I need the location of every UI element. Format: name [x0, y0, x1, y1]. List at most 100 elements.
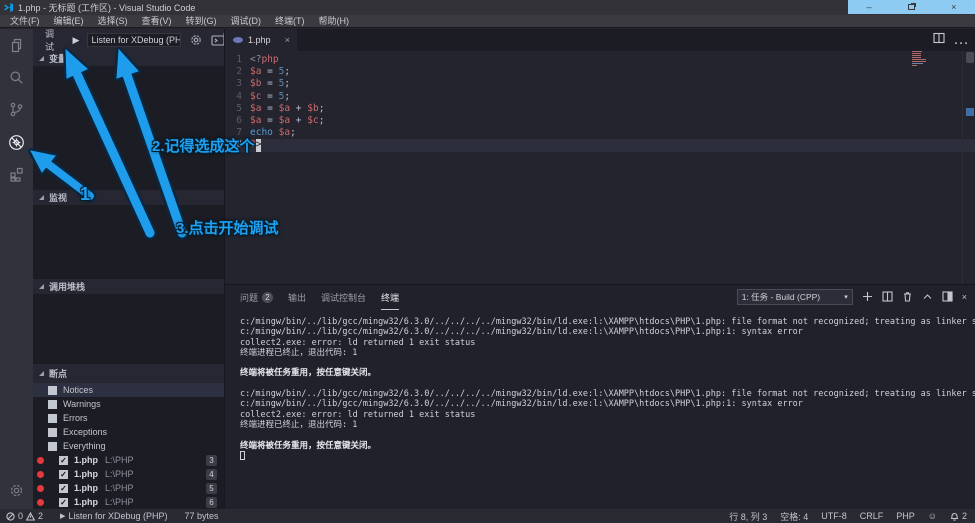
panel-tabs: 问题 2 输出 调试控制台 终端 1: 任务 - Build (CPP)▾	[225, 285, 975, 310]
checkbox-unchecked[interactable]	[48, 386, 57, 395]
language-mode-status[interactable]: PHP	[896, 511, 915, 521]
cursor-marker	[966, 108, 974, 116]
checkbox-unchecked[interactable]	[48, 414, 57, 423]
source-control-icon[interactable]	[0, 93, 33, 125]
breakpoint-line-badge: 4	[206, 469, 217, 480]
breakpoint-row[interactable]: ✓1.phpL:\PHP6	[33, 495, 225, 509]
panel-layout-icon[interactable]	[942, 291, 953, 304]
menu-item-2[interactable]: 选择(S)	[91, 15, 135, 28]
code-line-7[interactable]: 7echo $a;	[225, 127, 975, 139]
menu-item-1[interactable]: 编辑(E)	[47, 15, 91, 28]
checkbox-unchecked[interactable]	[48, 400, 57, 409]
cursor-position-status[interactable]: 行 8, 列 3	[729, 510, 767, 523]
token-op: +	[290, 115, 307, 127]
breakpoint-filter-notices[interactable]: Notices	[33, 383, 225, 397]
section-watch[interactable]: 监视	[33, 190, 225, 205]
terminal-select-dropdown[interactable]: 1: 任务 - Build (CPP)▾	[737, 289, 853, 305]
eol-status[interactable]: CRLF	[860, 511, 884, 521]
scrollbar-thumb[interactable]	[966, 52, 974, 63]
errors-warnings-indicator[interactable]: 0 2	[6, 511, 43, 521]
code-line-3[interactable]: 3$b = 5;	[225, 78, 975, 90]
breakpoint-row[interactable]: ✓1.phpL:\PHP3	[33, 453, 225, 467]
checkbox-checked[interactable]: ✓	[59, 456, 68, 465]
restore-button[interactable]	[900, 0, 922, 14]
menu-item-6[interactable]: 终端(T)	[268, 15, 312, 28]
code-line-6[interactable]: 6$a = $a + $c;	[225, 115, 975, 127]
extensions-icon[interactable]	[0, 158, 33, 190]
token-cursor: >	[256, 139, 262, 151]
debug-icon[interactable]	[0, 126, 33, 158]
menu-item-0[interactable]: 文件(F)	[0, 15, 47, 28]
tab-debug-console[interactable]: 调试控制台	[321, 286, 366, 310]
kill-terminal-icon[interactable]	[902, 291, 913, 304]
breakpoint-filter-warnings[interactable]: Warnings	[33, 397, 225, 411]
line-number: 3	[225, 78, 250, 90]
more-actions-icon[interactable]: …	[953, 31, 969, 49]
checkbox-checked[interactable]: ✓	[59, 470, 68, 479]
tab-1php[interactable]: 1.php ×	[225, 29, 297, 51]
section-variables[interactable]: 变量	[33, 51, 225, 66]
configure-gear-icon[interactable]	[190, 34, 202, 46]
filter-label: Warnings	[63, 399, 101, 409]
tab-terminal[interactable]: 终端	[381, 286, 399, 310]
menu-item-4[interactable]: 转到(G)	[179, 15, 224, 28]
feedback-smiley-icon[interactable]: ☺	[928, 511, 937, 521]
token-kw: echo	[250, 127, 273, 139]
token-op: ;	[284, 91, 290, 103]
warning-icon	[26, 512, 35, 521]
breakpoint-filter-errors[interactable]: Errors	[33, 411, 225, 425]
code-line-4[interactable]: 4$c = 5;	[225, 91, 975, 103]
new-terminal-icon[interactable]	[862, 291, 873, 304]
checkbox-checked[interactable]: ✓	[59, 484, 68, 493]
breakpoint-row[interactable]: ✓1.phpL:\PHP5	[33, 481, 225, 495]
search-icon[interactable]	[0, 61, 33, 93]
title-bar: 1.php - 无标题 (工作区) - Visual Studio Code –…	[0, 0, 975, 15]
debug-config-dropdown[interactable]: Listen for XDebug (PHI ▾	[87, 33, 181, 47]
indentation-status[interactable]: 空格: 4	[780, 510, 808, 523]
notifications-bell[interactable]: 2	[950, 511, 967, 521]
split-terminal-icon[interactable]	[882, 291, 893, 304]
breakpoint-row[interactable]: ✓1.phpL:\PHP4	[33, 467, 225, 481]
split-editor-icon[interactable]	[933, 31, 945, 49]
breakpoint-filter-exceptions[interactable]: Exceptions	[33, 425, 225, 439]
minimize-button[interactable]: –	[858, 0, 880, 14]
explorer-icon[interactable]	[0, 29, 33, 61]
terminal-output[interactable]: c:/mingw/bin/../lib/gcc/mingw32/6.3.0/..…	[240, 317, 968, 461]
breakpoint-path: L:\PHP	[105, 497, 134, 507]
debug-console-icon[interactable]	[211, 35, 225, 46]
checkbox-checked[interactable]: ✓	[59, 498, 68, 507]
encoding-status[interactable]: UTF-8	[821, 511, 847, 521]
debug-status[interactable]: ▶ Listen for XDebug (PHP)	[60, 511, 167, 521]
checkbox-unchecked[interactable]	[48, 428, 57, 437]
twisty-icon	[39, 371, 44, 376]
tab-close-icon[interactable]: ×	[285, 35, 290, 45]
code-line-8[interactable]: 8?>	[225, 139, 975, 151]
section-call-stack[interactable]: 调用堆栈	[33, 279, 225, 294]
maximize-panel-icon[interactable]	[922, 291, 933, 304]
checkbox-unchecked[interactable]	[48, 442, 57, 451]
call-stack-content	[33, 294, 225, 364]
close-button[interactable]: ×	[943, 0, 965, 14]
section-breakpoints[interactable]: 断点	[33, 364, 225, 383]
code-line-5[interactable]: 5$a = $a + $b;	[225, 103, 975, 115]
menu-item-5[interactable]: 调试(D)	[224, 15, 269, 28]
code-editor[interactable]: 1<?php2$a = 5;3$b = 5;4$c = 5;5$a = $a +…	[225, 51, 975, 284]
start-debug-button[interactable]: ▶	[73, 35, 80, 46]
breakpoint-dot-icon	[37, 457, 44, 464]
tab-output[interactable]: 输出	[288, 286, 306, 310]
settings-gear-icon[interactable]	[0, 474, 33, 506]
menu-item-7[interactable]: 帮助(H)	[312, 15, 357, 28]
breakpoint-file: 1.php	[74, 469, 98, 479]
code-line-2[interactable]: 2$a = 5;	[225, 66, 975, 78]
line-number: 7	[225, 127, 250, 139]
terminal-line: c:/mingw/bin/../lib/gcc/mingw32/6.3.0/..…	[240, 317, 968, 327]
token-op: =	[261, 115, 278, 127]
breakpoint-filter-everything[interactable]: Everything	[33, 439, 225, 453]
bottom-panel: 问题 2 输出 调试控制台 终端 1: 任务 - Build (CPP)▾	[225, 284, 975, 509]
menu-item-3[interactable]: 查看(V)	[135, 15, 179, 28]
bell-icon	[950, 511, 959, 521]
close-panel-icon[interactable]: ×	[962, 292, 967, 302]
breakpoint-dot-icon	[37, 499, 44, 506]
tab-problems[interactable]: 问题 2	[240, 286, 273, 310]
code-line-1[interactable]: 1<?php	[225, 54, 975, 66]
